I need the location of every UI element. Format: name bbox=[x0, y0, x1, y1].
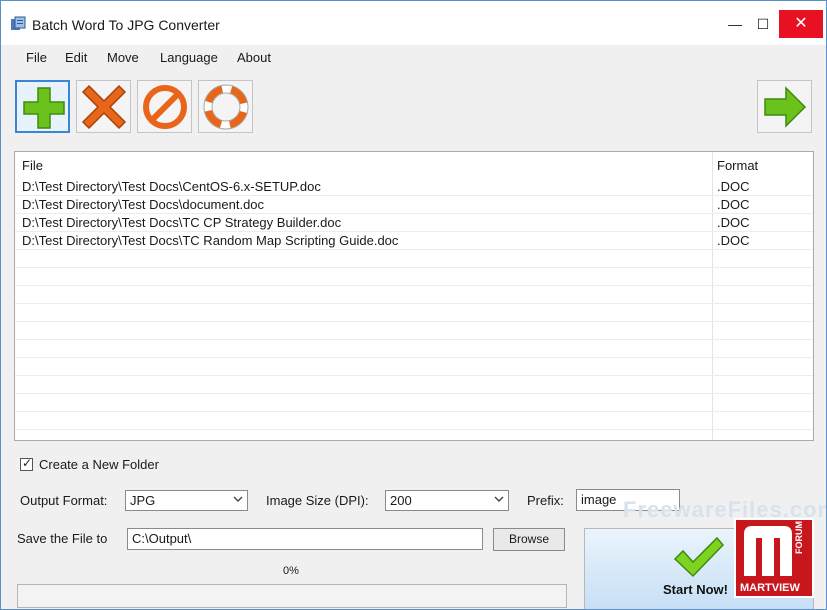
menu-file[interactable]: File bbox=[26, 50, 47, 65]
image-size-select[interactable]: 200 bbox=[385, 490, 509, 511]
menu-language[interactable]: Language bbox=[160, 50, 218, 65]
checkmark-icon bbox=[673, 536, 725, 578]
start-now-label: Start Now! bbox=[663, 582, 728, 597]
next-arrow-icon bbox=[764, 86, 807, 128]
remove-file-button[interactable] bbox=[76, 80, 131, 133]
app-icon bbox=[11, 16, 26, 30]
clear-list-button[interactable] bbox=[137, 80, 192, 133]
menu-bar: File Edit Move Language About bbox=[6, 45, 821, 71]
next-button[interactable] bbox=[757, 80, 812, 133]
close-button[interactable]: ✕ bbox=[779, 10, 823, 38]
empty-row bbox=[15, 249, 813, 268]
output-format-value: JPG bbox=[130, 493, 156, 508]
file-format: .DOC bbox=[717, 233, 750, 248]
help-button[interactable] bbox=[198, 80, 253, 133]
file-path: D:\Test Directory\Test Docs\CentOS-6.x-S… bbox=[22, 179, 321, 194]
file-format: .DOC bbox=[717, 179, 750, 194]
maximize-button[interactable]: ☐ bbox=[745, 10, 781, 38]
chevron-down-icon bbox=[233, 496, 243, 502]
table-row[interactable]: D:\Test Directory\Test Docs\document.doc… bbox=[15, 195, 813, 214]
app-window: Batch Word To JPG Converter — ☐ ✕ File E… bbox=[0, 0, 827, 610]
progress-percent: 0% bbox=[283, 565, 299, 577]
logo-text: MARTVIEW bbox=[740, 582, 800, 594]
menu-edit[interactable]: Edit bbox=[65, 50, 87, 65]
output-format-label: Output Format: bbox=[20, 493, 108, 508]
file-format: .DOC bbox=[717, 215, 750, 230]
logo-forum-text: FORUM bbox=[794, 521, 804, 554]
save-location-label: Save the File to bbox=[17, 531, 108, 546]
empty-row bbox=[15, 357, 813, 376]
logo-m-icon bbox=[744, 526, 792, 576]
empty-row bbox=[15, 339, 813, 358]
browse-button[interactable]: Browse bbox=[493, 528, 565, 551]
progress-bar bbox=[17, 584, 567, 608]
martview-logo: FORUM MARTVIEW bbox=[734, 518, 814, 598]
menu-move[interactable]: Move bbox=[107, 50, 139, 65]
column-header-file[interactable]: File bbox=[22, 158, 43, 173]
image-size-value: 200 bbox=[390, 493, 412, 508]
image-size-label: Image Size (DPI): bbox=[266, 493, 369, 508]
empty-row bbox=[15, 321, 813, 340]
file-list[interactable]: File Format D:\Test Directory\Test Docs\… bbox=[14, 151, 814, 441]
file-path: D:\Test Directory\Test Docs\document.doc bbox=[22, 197, 265, 212]
output-format-select[interactable]: JPG bbox=[125, 490, 248, 511]
empty-row bbox=[15, 303, 813, 322]
title-bar[interactable]: Batch Word To JPG Converter — ☐ ✕ bbox=[1, 1, 826, 45]
empty-row bbox=[15, 393, 813, 412]
save-path-input[interactable]: C:\Output\ bbox=[127, 528, 483, 550]
empty-row bbox=[15, 375, 813, 394]
prefix-label: Prefix: bbox=[527, 493, 564, 508]
file-format: .DOC bbox=[717, 197, 750, 212]
table-row[interactable]: D:\Test Directory\Test Docs\TC Random Ma… bbox=[15, 231, 813, 250]
file-path: D:\Test Directory\Test Docs\TC Random Ma… bbox=[22, 233, 399, 248]
prefix-value: image bbox=[581, 492, 617, 507]
empty-row bbox=[15, 411, 813, 430]
table-row[interactable]: D:\Test Directory\Test Docs\TC CP Strate… bbox=[15, 213, 813, 232]
help-icon bbox=[203, 84, 249, 130]
table-row[interactable]: D:\Test Directory\Test Docs\CentOS-6.x-S… bbox=[15, 177, 813, 196]
remove-icon bbox=[81, 84, 127, 130]
empty-row bbox=[15, 285, 813, 304]
file-path: D:\Test Directory\Test Docs\TC CP Strate… bbox=[22, 215, 342, 230]
menu-about[interactable]: About bbox=[237, 50, 271, 65]
clear-icon bbox=[143, 85, 187, 129]
add-files-button[interactable] bbox=[15, 80, 70, 133]
check-mark-icon: ✓ bbox=[22, 456, 33, 470]
chevron-down-icon bbox=[494, 496, 504, 502]
create-folder-label[interactable]: Create a New Folder bbox=[39, 457, 159, 472]
add-icon bbox=[23, 87, 65, 129]
column-header-format[interactable]: Format bbox=[717, 158, 758, 173]
save-path-value: C:\Output\ bbox=[132, 531, 192, 546]
empty-row bbox=[15, 267, 813, 286]
window-title: Batch Word To JPG Converter bbox=[32, 17, 220, 33]
create-folder-checkbox[interactable]: ✓ bbox=[20, 456, 33, 471]
